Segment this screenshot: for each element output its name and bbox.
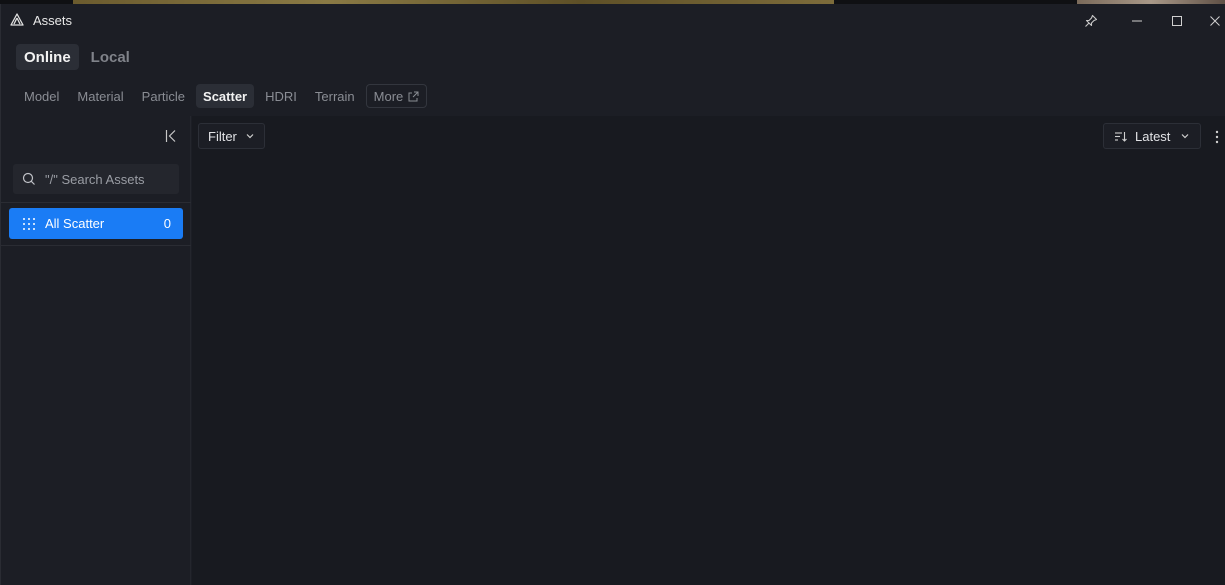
minimize-icon [1132,20,1142,22]
tab-model[interactable]: Model [17,84,66,108]
divider [1,202,191,203]
divider [1,245,191,246]
search-icon [22,172,35,185]
tab-material[interactable]: Material [70,84,130,108]
pin-button[interactable] [1080,10,1102,32]
search-input[interactable] [45,171,175,187]
tab-more-label: More [373,88,404,104]
close-icon [1210,16,1220,26]
filter-button[interactable]: Filter [198,123,265,149]
filter-label: Filter [208,128,237,144]
sidebar: All Scatter 0 [1,116,191,585]
external-link-icon [408,91,419,101]
chevron-down-icon [246,134,254,139]
collapse-left-icon[interactable] [163,128,179,144]
grid-dots-icon [23,217,35,230]
minimize-button[interactable] [1126,10,1148,32]
tab-scatter[interactable]: Scatter [196,84,255,108]
tab-particle[interactable]: Particle [135,84,192,108]
tab-local[interactable]: Local [83,44,138,70]
category-all-scatter[interactable]: All Scatter 0 [9,208,183,239]
search-box[interactable] [13,164,179,194]
tab-hdri[interactable]: HDRI [258,84,304,108]
source-tabs: Online Local [16,44,138,70]
tab-terrain[interactable]: Terrain [308,84,362,108]
maximize-button[interactable] [1166,10,1188,32]
category-count: 0 [163,216,171,231]
asset-content-area: Filter Latest [192,116,1225,585]
tab-online[interactable]: Online [16,44,79,70]
maximize-icon [1172,16,1182,26]
tab-more[interactable]: More [365,84,428,108]
category-label: All Scatter [45,216,105,231]
pin-icon [1085,14,1098,27]
sort-icon [1115,131,1127,142]
assets-window: Assets Online Local Model Material Parti… [0,4,1225,585]
sort-label: Latest [1135,128,1171,144]
window-title: Assets [33,13,73,28]
sort-dropdown[interactable]: Latest [1103,123,1201,149]
asset-type-tabs: Model Material Particle Scatter HDRI Ter… [17,84,428,108]
kebab-menu-icon[interactable] [1212,129,1222,145]
chevron-down-icon [1181,134,1189,139]
title-bar[interactable]: Assets [1,4,1225,36]
close-button[interactable] [1204,10,1225,32]
app-logo-icon [10,13,24,26]
